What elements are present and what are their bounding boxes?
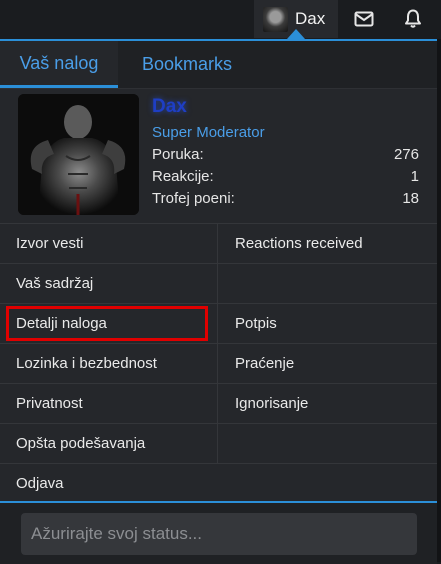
menu-item-privacy[interactable]: Privatnost [0, 384, 218, 423]
menu-item-news-feed[interactable]: Izvor vesti [0, 224, 218, 263]
account-menu: Izvor vesti Reactions received Vaš sadrž… [0, 223, 437, 503]
stat-messages: Poruka: 276 [152, 146, 419, 166]
top-username: Dax [295, 9, 326, 28]
menu-item-your-content[interactable]: Vaš sadržaj [0, 264, 218, 303]
status-update-area [0, 501, 437, 564]
status-input[interactable] [21, 513, 417, 555]
stat-reactions: Reakcije: 1 [152, 168, 419, 188]
bell-icon[interactable] [393, 0, 433, 38]
avatar [263, 6, 288, 32]
stat-value[interactable]: 1 [411, 168, 419, 185]
menu-item-signature[interactable]: Potpis [218, 304, 437, 343]
profile-username[interactable]: Dax [152, 96, 187, 118]
menu-item-password-security[interactable]: Lozinka i bezbednost [0, 344, 218, 383]
top-navigation-bar: Dax [0, 0, 441, 39]
mail-icon[interactable] [344, 0, 384, 38]
stat-trophy-points: Trofej poeni: 18 [152, 190, 419, 210]
menu-row: Privatnost Ignorisanje [0, 383, 437, 423]
page-background-edge [437, 39, 441, 562]
menu-row: Opšta podešavanja [0, 423, 437, 463]
menu-row: Izvor vesti Reactions received [0, 223, 437, 263]
menu-item-preferences[interactable]: Opšta podešavanja [0, 424, 218, 463]
menu-item-empty [218, 264, 437, 303]
stat-value[interactable]: 18 [402, 190, 419, 207]
menu-item-reactions-received[interactable]: Reactions received [218, 224, 437, 263]
stat-label: Trofej poeni: [152, 190, 235, 207]
stat-label: Poruka: [152, 146, 204, 163]
stat-label: Reakcije: [152, 168, 214, 185]
account-dropdown-panel: Vaš nalog Bookmarks Dax Super Moderator … [0, 39, 437, 564]
account-tabs: Vaš nalog Bookmarks [0, 41, 437, 89]
tab-your-account[interactable]: Vaš nalog [0, 41, 118, 88]
menu-row: Detalji naloga Potpis [0, 303, 437, 343]
profile-user-title: Super Moderator [152, 124, 265, 141]
menu-item-following[interactable]: Praćenje [218, 344, 437, 383]
dropdown-caret [287, 29, 305, 39]
menu-row: Vaš sadržaj [0, 263, 437, 303]
menu-row: Odjava [0, 463, 437, 503]
menu-item-ignoring[interactable]: Ignorisanje [218, 384, 437, 423]
tab-bookmarks[interactable]: Bookmarks [124, 41, 250, 88]
profile-avatar[interactable] [18, 94, 139, 215]
menu-item-logout[interactable]: Odjava [0, 464, 437, 503]
highlight-box [6, 306, 208, 341]
menu-item-empty [218, 424, 437, 463]
menu-row: Lozinka i bezbednost Praćenje [0, 343, 437, 383]
stat-value[interactable]: 276 [394, 146, 419, 163]
